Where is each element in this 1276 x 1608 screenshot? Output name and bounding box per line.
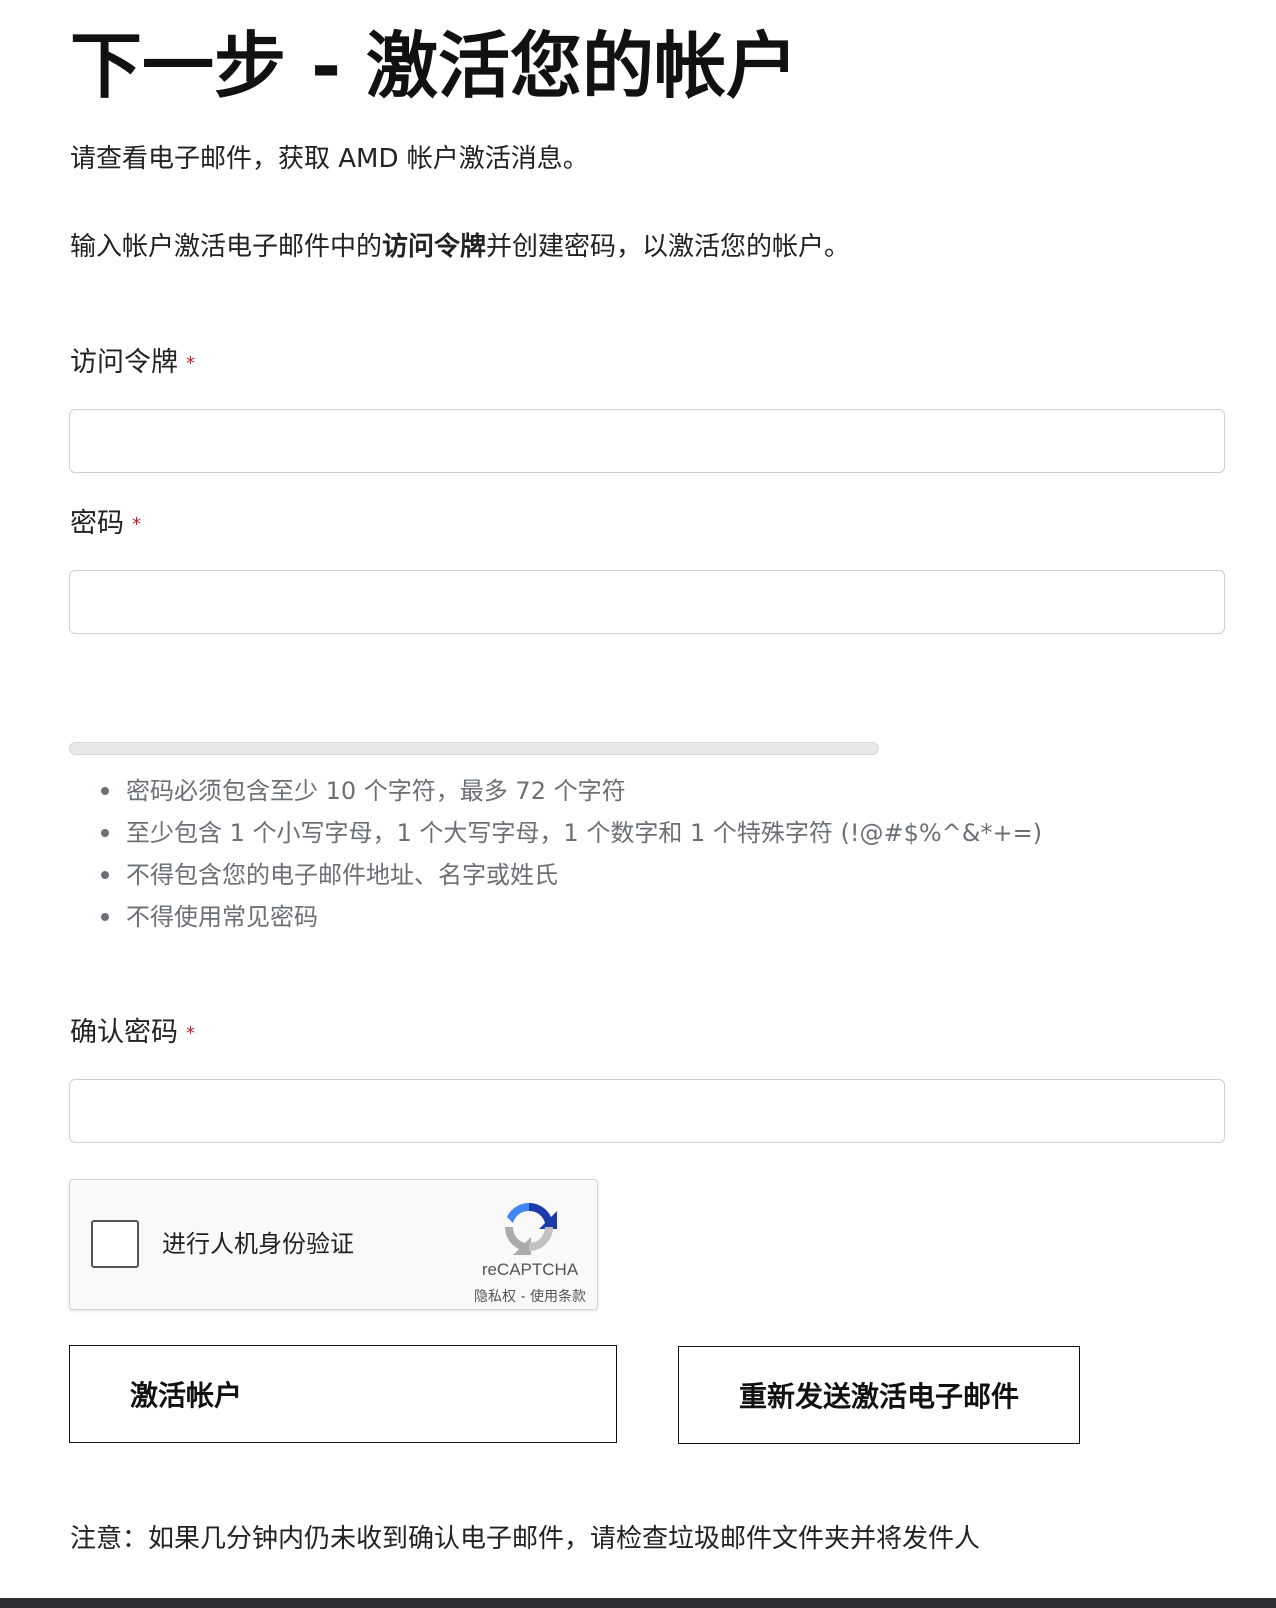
password-rule: 不得使用常见密码 (70, 896, 1042, 938)
recaptcha-checkbox[interactable] (91, 1220, 139, 1268)
confirm-label-text: 确认密码 (70, 1017, 178, 1048)
token-label: 访问令牌 * (70, 345, 195, 382)
access-token-input[interactable] (69, 409, 1225, 473)
password-strength-meter (69, 742, 879, 755)
password-label: 密码 * (70, 506, 141, 543)
note-text: 注意：如果几分钟内仍未收到确认电子邮件，请检查垃圾邮件文件夹并将发件人 (70, 1524, 981, 1554)
required-mark: * (186, 352, 195, 374)
token-label-text: 访问令牌 (70, 347, 178, 378)
terms-link[interactable]: 使用条款 (530, 1289, 586, 1305)
password-rule-text: 至少包含 1 个小写字母，1 个大写字母，1 个数字和 1 个特殊字符 (!@#… (126, 819, 1043, 847)
activate-account-button[interactable]: 激活帐户 (69, 1345, 617, 1443)
recaptcha-brand: reCAPTCHA (481, 1260, 579, 1279)
intro-text: 请查看电子邮件，获取 AMD 帐户激活消息。 (70, 144, 589, 174)
resend-activation-email-button[interactable]: 重新发送激活电子邮件 (678, 1346, 1080, 1444)
privacy-link[interactable]: 隐私权 (474, 1289, 516, 1305)
instruction-bold: 访问令牌 (382, 232, 487, 262)
link-separator: - (516, 1289, 530, 1305)
password-rule: 至少包含 1 个小写字母，1 个大写字母，1 个数字和 1 个特殊字符 (!@#… (70, 812, 1042, 854)
required-mark: * (132, 513, 141, 535)
bullet-icon (101, 871, 109, 879)
password-label-text: 密码 (70, 508, 124, 539)
confirm-password-label: 确认密码 * (70, 1015, 195, 1052)
recaptcha-links: 隐私权 - 使用条款 (455, 1286, 605, 1306)
required-mark: * (186, 1022, 195, 1044)
instruction-after: 并创建密码，以激活您的帐户。 (486, 232, 851, 262)
bottom-bar (0, 1598, 1276, 1608)
password-rules-list: 密码必须包含至少 10 个字符，最多 72 个字符 至少包含 1 个小写字母，1… (70, 770, 1042, 938)
password-rule-text: 密码必须包含至少 10 个字符，最多 72 个字符 (126, 777, 626, 805)
confirm-password-input[interactable] (69, 1079, 1225, 1143)
password-rule-text: 不得使用常见密码 (126, 903, 318, 931)
recaptcha-logo-icon (504, 1202, 557, 1255)
instruction-text: 输入帐户激活电子邮件中的访问令牌并创建密码，以激活您的帐户。 (70, 229, 850, 265)
bullet-icon (101, 913, 109, 921)
password-rule: 密码必须包含至少 10 个字符，最多 72 个字符 (70, 770, 1042, 812)
bullet-icon (101, 787, 109, 795)
page-title: 下一步 - 激活您的帐户 (70, 24, 799, 108)
password-rule: 不得包含您的电子邮件地址、名字或姓氏 (70, 854, 1042, 896)
password-rule-text: 不得包含您的电子邮件地址、名字或姓氏 (126, 861, 558, 889)
bullet-icon (101, 829, 109, 837)
recaptcha-widget: 进行人机身份验证 reCAPTCHA 隐私权 - 使用条款 (69, 1179, 598, 1310)
password-input[interactable] (69, 570, 1225, 634)
recaptcha-label: 进行人机身份验证 (162, 1230, 354, 1258)
instruction-before: 输入帐户激活电子邮件中的 (70, 232, 383, 262)
